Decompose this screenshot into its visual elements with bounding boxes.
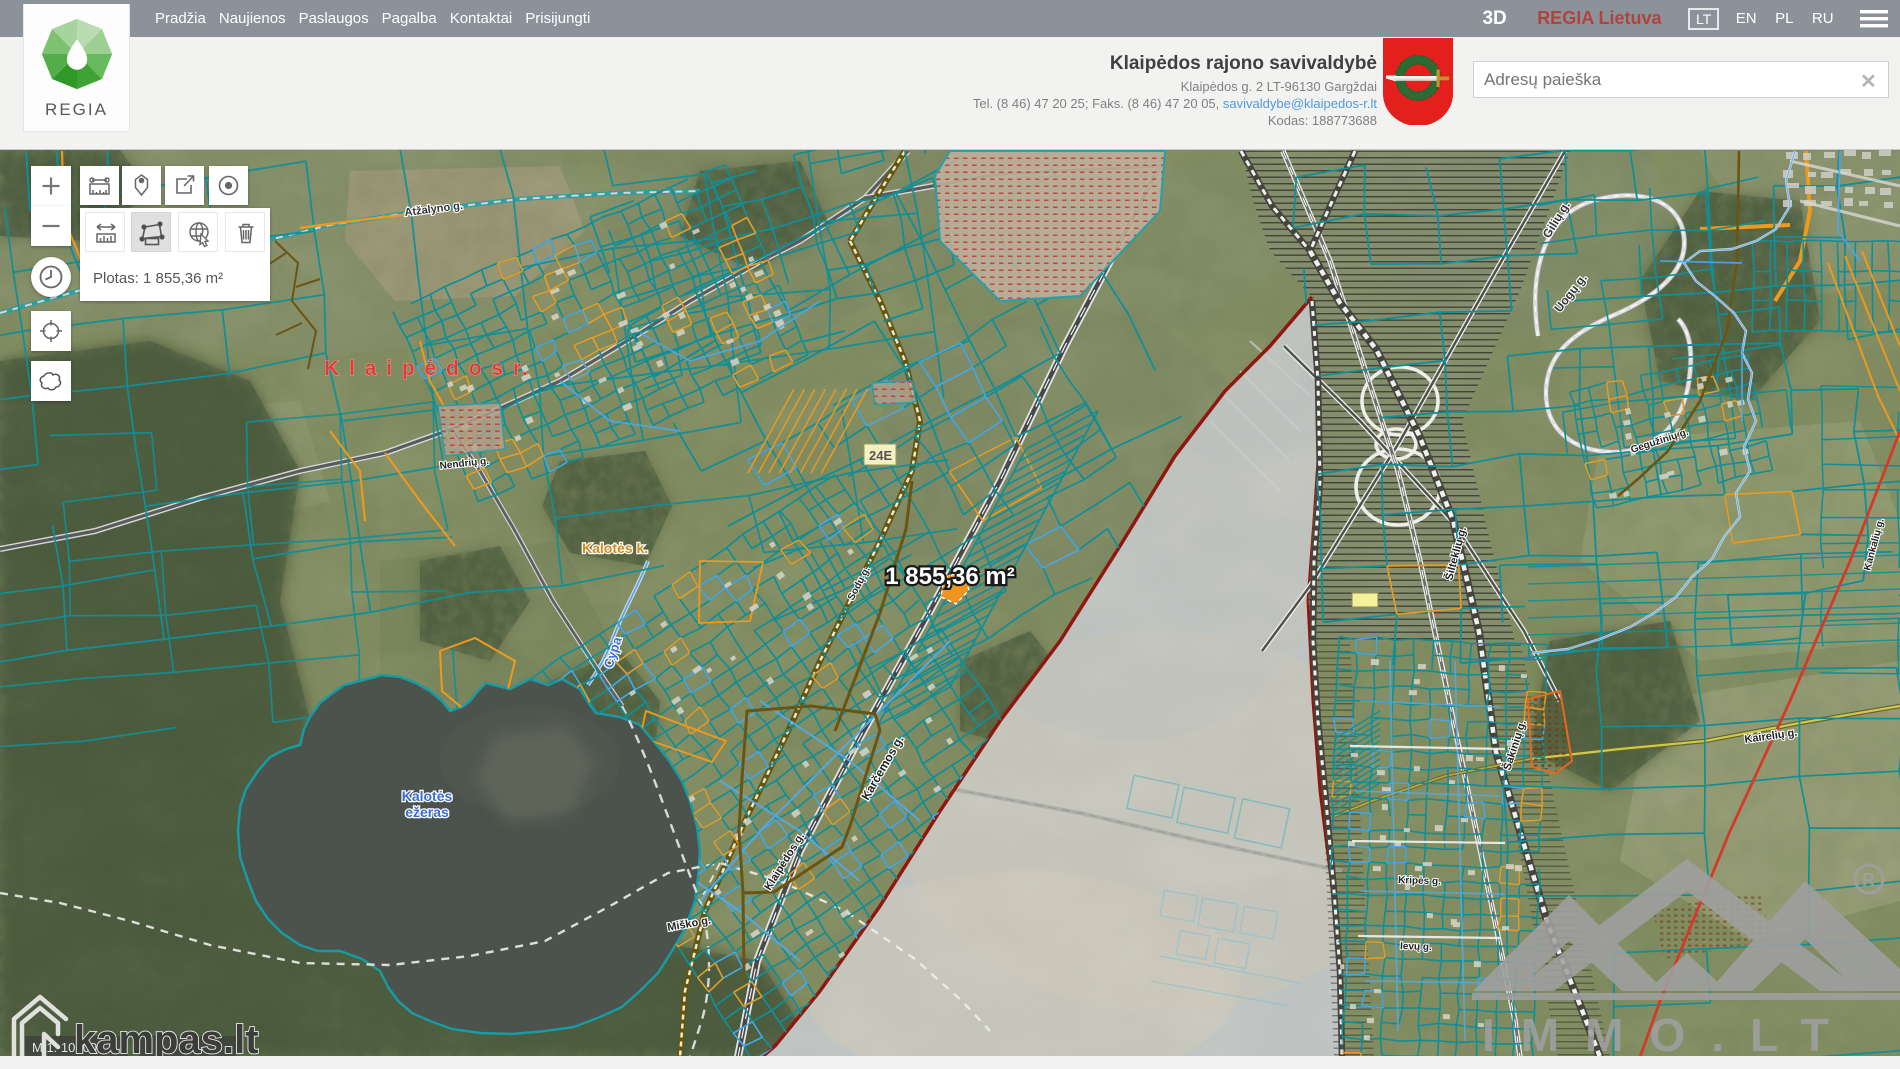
svg-text:Kripės g.: Kripės g. <box>1398 875 1441 887</box>
svg-text:IMMO.LT: IMMO.LT <box>1482 1009 1855 1056</box>
svg-text:Ievų g.: Ievų g. <box>1400 941 1432 953</box>
svg-text:kampas.lt: kampas.lt <box>74 1018 259 1056</box>
svg-text:1 855,36 m²: 1 855,36 m² <box>885 563 1014 590</box>
svg-text:Kalotės k.: Kalotės k. <box>582 540 648 556</box>
svg-text:R: R <box>1862 870 1875 890</box>
svg-text:24E: 24E <box>869 448 892 463</box>
svg-text:ežeras: ežeras <box>405 804 449 820</box>
svg-text:Kalotės: Kalotės <box>402 788 453 804</box>
svg-text:K l a i p ė d o s r.: K l a i p ė d o s r. <box>324 357 530 380</box>
